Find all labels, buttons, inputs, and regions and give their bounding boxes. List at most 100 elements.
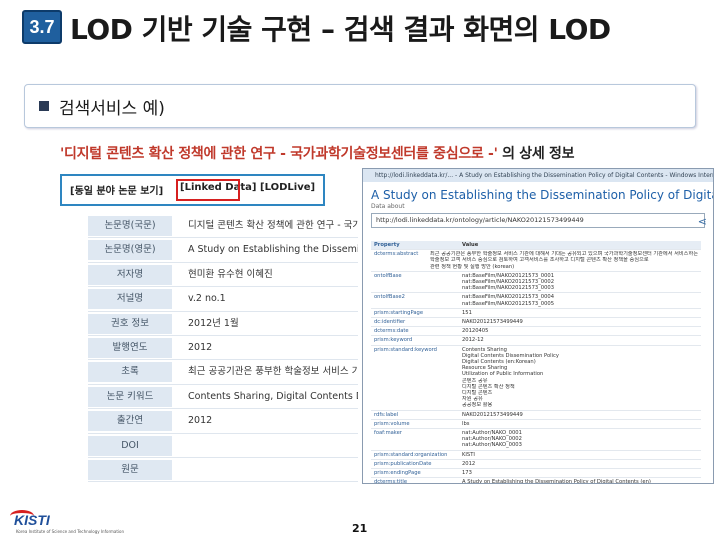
- value-line: 2012-12: [462, 337, 484, 344]
- property-value: NAKO20121573499449: [459, 318, 701, 326]
- property-row: prism:standard:keyword Contents Sharing Di…: [371, 346, 701, 411]
- lod-page-title: A Study on Establishing the Disseminatio…: [371, 188, 713, 202]
- property-link[interactable]: prism:standard:organization: [371, 451, 459, 459]
- property-link[interactable]: dcterms:abstract: [371, 250, 427, 271]
- field-label: 권호 정보: [88, 313, 172, 334]
- property-value: nat:BaseFilm/NAKO20121573_0004 nat:BaseFi…: [459, 293, 701, 307]
- example-subtitle: '디지털 콘텐츠 확산 정책에 관한 연구 - 국가과학기술정보센터를 중심으로…: [60, 143, 574, 163]
- table-row: 초록 최근 공공기관은 풍부한 학술정보 서비스 기관에: [88, 360, 358, 385]
- field-label: 저널명: [88, 289, 172, 310]
- property-row: prism:startingPage 151: [371, 309, 701, 319]
- field-label: 발행연도: [88, 337, 172, 358]
- property-row: prism:keyword 2012-12: [371, 336, 701, 346]
- property-row: foaf:maker nat:Author/NAKO_0001 nat:Author…: [371, 429, 701, 451]
- value-line: 2012: [462, 460, 476, 467]
- property-value: 173: [459, 469, 701, 477]
- section-heading: 검색서비스 예): [59, 99, 165, 119]
- property-link[interactable]: foaf:maker: [371, 429, 459, 450]
- field-label: 원문: [88, 459, 172, 480]
- property-value: nat:Author/NAKO_0001 nat:Author/NAKO_0002…: [459, 429, 701, 450]
- field-value: 2012년 1월: [188, 317, 239, 329]
- share-icon[interactable]: ⋖: [698, 215, 707, 228]
- value-line: nat:BaseFilm/NAKO20121573_0005: [462, 300, 554, 307]
- field-label: 저자명: [88, 264, 172, 285]
- table-row: DOI: [88, 434, 358, 458]
- field-value: A Study on Establishing the Disseminatio…: [188, 244, 358, 256]
- value-line: KISTI: [462, 451, 475, 458]
- search-result-detail-screenshot: [동일 분야 논문 보기] [Linked Data] [LODLive] 논문…: [58, 170, 358, 482]
- property-row: prism:endingPage 173: [371, 469, 701, 479]
- table-row: 출간연 2012: [88, 409, 358, 434]
- field-label: 논문 키워드: [88, 386, 172, 407]
- property-link[interactable]: ontolfBase2: [371, 293, 459, 307]
- property-row: dc:identifier NAKO20121573499449: [371, 318, 701, 328]
- logo-wordmark: KISTI: [14, 512, 50, 528]
- property-row: dcterms:abstract 최근 공공기관은 풍부한 학술정보 서비스 기관…: [371, 250, 701, 272]
- property-link[interactable]: prism:keyword: [371, 336, 459, 344]
- slide-title: LOD 기반 기술 구현 – 검색 결과 화면의 LOD: [70, 13, 611, 46]
- value-line: nat:Author/NAKO_0003: [462, 442, 522, 449]
- property-link[interactable]: prism:publicationDate: [371, 460, 459, 468]
- value-line: 공공정보 활용: [462, 402, 493, 409]
- field-value: v.2 no.1: [188, 293, 226, 305]
- field-value: 최근 공공기관은 풍부한 학술정보 서비스 기관에: [188, 366, 358, 378]
- property-link[interactable]: ontolfBase: [371, 272, 459, 293]
- resource-uri[interactable]: http://lodi.linkeddata.kr/ontology/artic…: [371, 213, 705, 228]
- value-line: 151: [462, 309, 472, 316]
- page-number: 21: [352, 522, 368, 535]
- property-value: nat:BaseFilm/NAKO20121573_0001 nat:BaseFi…: [459, 272, 701, 293]
- value-line: 20120405: [462, 328, 489, 335]
- table-row: 권호 정보 2012년 1월: [88, 312, 358, 336]
- property-row: dcterms:date 20120405: [371, 327, 701, 337]
- field-label: 논문명(영문): [88, 240, 172, 261]
- section-number-badge: 3.7: [22, 10, 62, 44]
- property-value: 151: [459, 309, 701, 317]
- field-label: 출간연: [88, 411, 172, 432]
- table-row: 논문명(국문) 디지털 콘텐츠 확산 정책에 관한 연구 - 국가과: [88, 214, 358, 239]
- property-link[interactable]: dcterms:title: [371, 478, 459, 483]
- field-value: 2012: [188, 415, 213, 427]
- linked-data-browser-screenshot: http://lodi.linkeddata.kr/... - A Study …: [362, 168, 714, 484]
- property-value-table: Property Value dcterms:abstract 최근 공공기관은 풍부…: [371, 241, 701, 483]
- property-row: rdfs:label NAKO20121573499449: [371, 411, 701, 420]
- header-value: Value: [462, 242, 479, 248]
- property-link[interactable]: prism:volume: [371, 420, 459, 428]
- value-line: lbs: [462, 420, 470, 427]
- value-line: 관련 정책 현황 및 실행 방안 (korean): [430, 263, 515, 270]
- property-value: A Study on Establishing the Disseminatio…: [459, 478, 701, 483]
- tab-related-papers[interactable]: [동일 분야 논문 보기]: [70, 182, 163, 197]
- property-value: 20120405: [459, 327, 701, 335]
- property-value: 최근 공공기관은 풍부한 학술정보 서비스 기관에 대해서 기대는 공유되고 있…: [427, 250, 701, 271]
- slide-header: 3.7 LOD 기반 기술 구현 – 검색 결과 화면의 LOD: [0, 0, 720, 62]
- browser-window-title: http://lodi.linkeddata.kr/... - A Study …: [363, 169, 713, 182]
- value-line: 173: [462, 470, 472, 477]
- property-value: Contents Sharing Digital Contents Dissemi…: [459, 346, 701, 410]
- property-value: lbs: [459, 420, 701, 428]
- property-row: ontolfBase2 nat:BaseFilm/NAKO20121573_000…: [371, 293, 701, 309]
- property-link[interactable]: dc:identifier: [371, 318, 459, 326]
- property-link[interactable]: prism:standard:keyword: [371, 346, 459, 410]
- table-row: 저자명 현미환 유수현 이혜진: [88, 263, 358, 288]
- value-line: nat:BaseFilm/NAKO20121573_0003: [462, 285, 554, 292]
- field-label: DOI: [88, 435, 172, 456]
- property-link[interactable]: dcterms:date: [371, 327, 459, 335]
- logo-subtitle: Korea Institute of Science and Technolog…: [16, 529, 125, 534]
- table-header: Property Value: [371, 241, 701, 251]
- field-value: 디지털 콘텐츠 확산 정책에 관한 연구 - 국가과: [188, 220, 358, 231]
- property-value: 2012-12: [459, 336, 701, 344]
- property-link[interactable]: rdfs:label: [371, 411, 459, 419]
- property-link[interactable]: prism:startingPage: [371, 309, 459, 317]
- property-row: prism:publicationDate 2012: [371, 460, 701, 470]
- table-row: 논문명(영문) A Study on Establishing the Disse…: [88, 238, 358, 263]
- table-row: 발행연도 2012: [88, 336, 358, 361]
- property-link[interactable]: prism:endingPage: [371, 469, 459, 477]
- property-row: prism:volume lbs: [371, 420, 701, 430]
- field-value: Contents Sharing, Digital Contents Disse…: [188, 390, 358, 402]
- tab-lodlive[interactable]: [LODLive]: [260, 182, 315, 193]
- property-value: 2012: [459, 460, 701, 468]
- section-box: 검색서비스 예): [24, 84, 696, 128]
- property-row: ontolfBase nat:BaseFilm/NAKO20121573_0001…: [371, 272, 701, 294]
- header-property: Property: [374, 242, 400, 248]
- property-row: prism:standard:organization KISTI: [371, 451, 701, 460]
- paper-title-quote: '디지털 콘텐츠 확산 정책에 관한 연구 - 국가과학기술정보센터를 중심으로…: [60, 146, 498, 162]
